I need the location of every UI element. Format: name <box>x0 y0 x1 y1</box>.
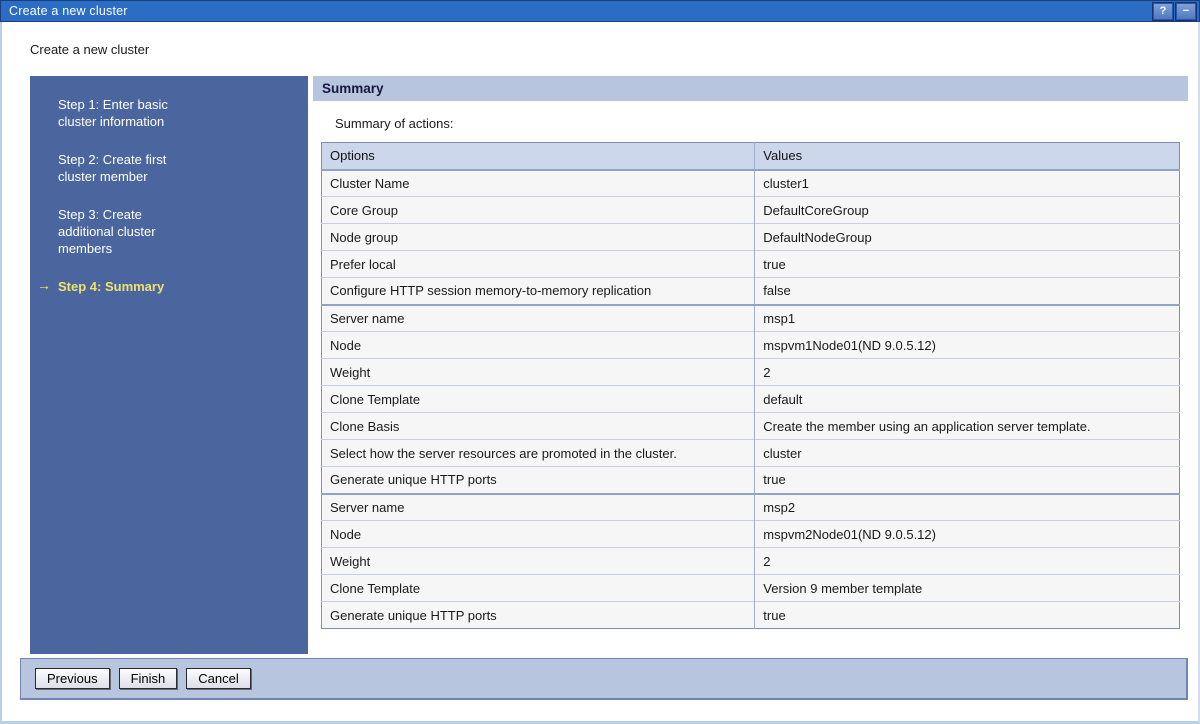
table-row: Nodemspvm2Node01(ND 9.0.5.12) <box>322 521 1180 548</box>
column-header-options: Options <box>322 143 755 170</box>
value-cell: true <box>755 602 1180 629</box>
option-cell: Cluster Name <box>322 170 755 197</box>
value-cell: true <box>755 467 1180 494</box>
cancel-button[interactable]: Cancel <box>186 668 250 689</box>
dialog-title: Create a new cluster <box>9 4 1150 18</box>
option-cell: Weight <box>322 359 755 386</box>
option-cell: Generate unique HTTP ports <box>322 602 755 629</box>
option-cell: Node <box>322 332 755 359</box>
page-title: Create a new cluster <box>30 42 1198 57</box>
option-cell: Clone Template <box>322 386 755 413</box>
value-cell: DefaultNodeGroup <box>755 224 1180 251</box>
value-cell: false <box>755 278 1180 305</box>
value-cell: Create the member using an application s… <box>755 413 1180 440</box>
table-row: Server namemsp1 <box>322 305 1180 332</box>
previous-button[interactable]: Previous <box>35 668 110 689</box>
wizard-step[interactable]: Step 1: Enter basic cluster information <box>30 96 308 130</box>
table-row: Prefer localtrue <box>322 251 1180 278</box>
wizard-step-label: Step 1: Enter basic cluster information <box>58 96 190 130</box>
option-cell: Server name <box>322 494 755 521</box>
value-cell: msp2 <box>755 494 1180 521</box>
summary-panel: Summary Summary of actions: Options Valu… <box>313 76 1188 654</box>
option-cell: Weight <box>322 548 755 575</box>
finish-button[interactable]: Finish <box>119 668 178 689</box>
summary-table-body: Cluster Namecluster1Core GroupDefaultCor… <box>322 170 1180 629</box>
wizard-steps-sidebar: Step 1: Enter basic cluster information S… <box>30 76 308 654</box>
table-row: Weight2 <box>322 359 1180 386</box>
wizard-step-label: Step 3: Create additional cluster member… <box>58 206 190 257</box>
wizard-step-label: Step 2: Create first cluster member <box>58 151 190 185</box>
table-row: Generate unique HTTP portstrue <box>322 467 1180 494</box>
option-cell: Core Group <box>322 197 755 224</box>
table-row: Nodemspvm1Node01(ND 9.0.5.12) <box>322 332 1180 359</box>
minimize-button[interactable]: − <box>1176 3 1196 20</box>
option-cell: Prefer local <box>322 251 755 278</box>
wizard-step[interactable]: Step 2: Create first cluster member <box>30 151 308 185</box>
option-cell: Node group <box>322 224 755 251</box>
option-cell: Node <box>322 521 755 548</box>
value-cell: cluster1 <box>755 170 1180 197</box>
panel-body: Summary of actions: Options Values Clust… <box>313 101 1188 637</box>
table-row: Generate unique HTTP portstrue <box>322 602 1180 629</box>
option-cell: Clone Basis <box>322 413 755 440</box>
table-row: Clone BasisCreate the member using an ap… <box>322 413 1180 440</box>
table-row: Select how the server resources are prom… <box>322 440 1180 467</box>
value-cell: DefaultCoreGroup <box>755 197 1180 224</box>
value-cell: mspvm1Node01(ND 9.0.5.12) <box>755 332 1180 359</box>
value-cell: cluster <box>755 440 1180 467</box>
wizard-step-label: Step 4: Summary <box>58 278 164 295</box>
create-cluster-dialog: Create a new cluster ? − Create a new cl… <box>0 0 1200 724</box>
table-header-row: Options Values <box>322 143 1180 170</box>
value-cell: mspvm2Node01(ND 9.0.5.12) <box>755 521 1180 548</box>
column-header-values: Values <box>755 143 1180 170</box>
option-cell: Select how the server resources are prom… <box>322 440 755 467</box>
value-cell: 2 <box>755 359 1180 386</box>
value-cell: 2 <box>755 548 1180 575</box>
option-cell: Server name <box>322 305 755 332</box>
table-row: Clone Templatedefault <box>322 386 1180 413</box>
option-cell: Clone Template <box>322 575 755 602</box>
value-cell: true <box>755 251 1180 278</box>
option-cell: Configure HTTP session memory-to-memory … <box>322 278 755 305</box>
table-row: Core GroupDefaultCoreGroup <box>322 197 1180 224</box>
current-step-arrow-icon: → <box>37 277 51 294</box>
panel-title: Summary <box>313 76 1188 101</box>
summary-table: Options Values Cluster Namecluster1Core … <box>321 142 1180 629</box>
value-cell: msp1 <box>755 305 1180 332</box>
table-row: Configure HTTP session memory-to-memory … <box>322 278 1180 305</box>
wizard-step[interactable]: → Step 4: Summary <box>30 278 308 295</box>
dialog-titlebar: Create a new cluster ? − <box>0 0 1200 22</box>
footer-bar: Previous Finish Cancel <box>20 658 1188 700</box>
table-row: Cluster Namecluster1 <box>322 170 1180 197</box>
value-cell: default <box>755 386 1180 413</box>
table-row: Weight2 <box>322 548 1180 575</box>
table-row: Clone TemplateVersion 9 member template <box>322 575 1180 602</box>
option-cell: Generate unique HTTP ports <box>322 467 755 494</box>
help-button[interactable]: ? <box>1153 3 1173 20</box>
wizard-step[interactable]: Step 3: Create additional cluster member… <box>30 206 308 257</box>
table-row: Node groupDefaultNodeGroup <box>322 224 1180 251</box>
summary-subtitle: Summary of actions: <box>335 116 1180 131</box>
table-row: Server namemsp2 <box>322 494 1180 521</box>
wizard-container: Step 1: Enter basic cluster information S… <box>30 76 1188 654</box>
value-cell: Version 9 member template <box>755 575 1180 602</box>
